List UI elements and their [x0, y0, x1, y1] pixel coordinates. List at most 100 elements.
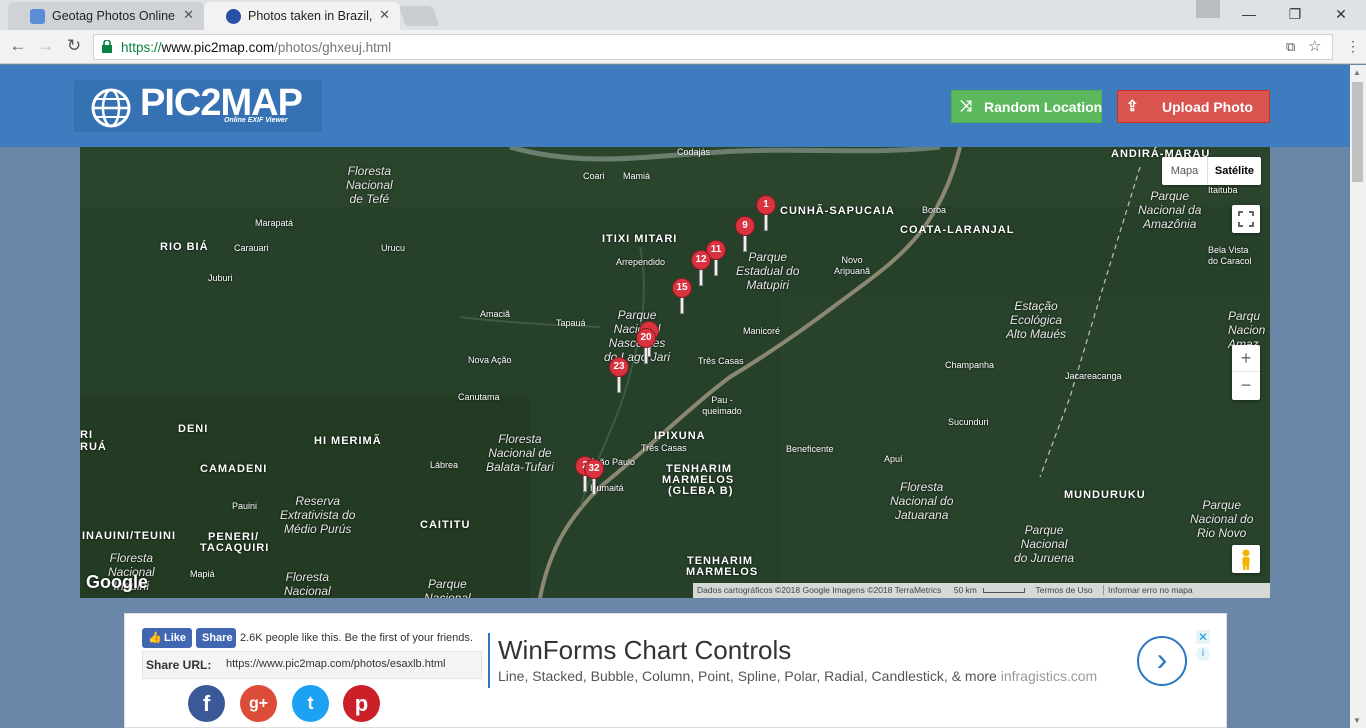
forward-icon[interactable]: → [34, 36, 58, 56]
map-area-cut-left: RI [80, 429, 93, 441]
scroll-down-icon[interactable]: ▼ [1353, 716, 1361, 725]
map-type-control: Mapa Satélite [1162, 157, 1261, 185]
ad-info-icon[interactable]: i [1196, 647, 1210, 661]
ad-subtitle-text: Line, Stacked, Bubble, Column, Point, Sp… [498, 668, 997, 684]
map-area-itixi-mitari: ITIXI MITARI [602, 233, 678, 245]
map-park-alto-maues: Estação Ecológica Alto Maués [1006, 299, 1067, 341]
ad-title[interactable]: WinForms Chart Controls [498, 635, 791, 666]
facebook-icon[interactable]: f [188, 685, 225, 722]
reload-icon[interactable]: ↻ [62, 36, 86, 56]
photo-marker-15[interactable]: 15 [672, 278, 692, 314]
back-icon[interactable]: ← [6, 36, 30, 56]
map-label-tres-casas-2: Três Casas [641, 443, 687, 453]
facebook-like-button[interactable]: 👍 Like [142, 628, 192, 648]
pegman-icon [1242, 549, 1250, 570]
zoom-control: + − [1232, 345, 1260, 400]
address-bar[interactable]: https://www.pic2map.com/photos/ghxeuj.ht… [93, 34, 1333, 60]
map-label-tres-casas: Três Casas [698, 356, 744, 366]
google-plus-icon[interactable]: g+ [240, 685, 277, 722]
geotag-favicon-icon [30, 9, 45, 24]
profile-icon[interactable] [1196, 0, 1220, 18]
upload-photo-label: Upload Photo [1162, 99, 1253, 115]
share-url-value[interactable]: https://www.pic2map.com/photos/esaxlb.ht… [226, 658, 445, 670]
map-label-mamia: Mamiá [623, 171, 651, 181]
photo-marker-1[interactable]: 1 [756, 195, 776, 231]
map-type-mapa[interactable]: Mapa [1162, 157, 1207, 185]
map-canvas[interactable]: Codajás Coari Mamiá Marapatá Carauari Ur… [80, 147, 1270, 598]
scale-bar [983, 588, 1026, 593]
map-label-tapaua: Tapauá [556, 318, 586, 328]
bookmark-star-icon[interactable]: ☆ [1308, 37, 1321, 55]
map-label-borba: Borba [922, 205, 947, 215]
street-view-pegman[interactable] [1232, 545, 1260, 573]
tab-photos-brazil[interactable]: Photos taken in Brazil, us ✕ [204, 2, 400, 30]
map-label-arrependido: Arrependido [616, 257, 666, 267]
facebook-share-button[interactable]: Share [196, 628, 236, 648]
map-label-urucu: Urucu [381, 243, 406, 253]
google-logo[interactable]: Google [86, 572, 148, 593]
map-label-sucunduri: Sucunduri [948, 417, 989, 427]
photo-marker-9[interactable]: 9 [735, 216, 755, 252]
map-label-codajas: Codajás [677, 147, 711, 157]
terms-link[interactable]: Termos de Uso [1035, 585, 1092, 595]
map-park-juruena: Parque Nacional do Juruena [1014, 523, 1075, 565]
random-location-label: Random Location [984, 99, 1103, 115]
translate-icon[interactable]: ⧉ [1286, 39, 1295, 55]
map-label-beneficente: Beneficente [786, 444, 834, 454]
map-area-caititu: CAITITU [420, 519, 471, 531]
random-location-button[interactable]: ⤨ Random Location [951, 90, 1102, 123]
upload-icon: ⇪ [1126, 98, 1139, 115]
globe-favicon-icon [226, 9, 241, 24]
photo-marker-12[interactable]: 12 [691, 250, 711, 286]
zoom-out-button[interactable]: − [1232, 372, 1260, 399]
ad-arrow-button[interactable]: › [1137, 636, 1187, 686]
upload-photo-button[interactable]: ⇪ Upload Photo [1117, 90, 1270, 123]
map-area-coata-laranjal: COATA-LARANJAL [900, 224, 1015, 236]
fullscreen-icon [1238, 211, 1254, 227]
tab-title: Photos taken in Brazil, us [248, 9, 390, 23]
map-area-deni: DENI [178, 423, 209, 435]
map-label-jacareacanga: Jacareacanga [1065, 371, 1122, 381]
report-error-link[interactable]: Informar erro no mapa [1103, 585, 1193, 595]
close-tab-icon[interactable]: ✕ [183, 7, 194, 23]
ad-divider [488, 633, 490, 688]
new-tab-button[interactable] [398, 6, 440, 26]
attribution-text: Dados cartográficos ©2018 Google Imagens… [697, 585, 942, 595]
shuffle-icon: ⤨ [960, 98, 973, 115]
scrollbar-thumb[interactable] [1352, 82, 1363, 182]
photo-marker-23[interactable]: 23 [609, 357, 629, 393]
map-label-coari: Coari [583, 171, 605, 181]
pinterest-icon[interactable]: p [343, 685, 380, 722]
map-scale: 50 km [953, 585, 977, 595]
map-park-tefe: Floresta Nacional de Tefé [346, 164, 393, 206]
scroll-up-icon[interactable]: ▲ [1353, 68, 1361, 77]
map-area-camadeni: CAMADENI [200, 463, 268, 475]
map-area-ipixuna: IPIXUNA [654, 430, 706, 442]
ad-subtitle[interactable]: Line, Stacked, Bubble, Column, Point, Sp… [498, 668, 1097, 684]
map-label-champanha: Champanha [945, 360, 995, 370]
pic2map-logo[interactable]: PIC2MAP Online EXIF Viewer [74, 80, 322, 132]
map-label-amacia: Amaciã [480, 309, 511, 319]
map-type-satelite[interactable]: Satélite [1207, 157, 1261, 185]
close-tab-icon[interactable]: ✕ [375, 7, 390, 23]
ad-close-icon[interactable]: ✕ [1196, 630, 1210, 644]
fullscreen-button[interactable] [1232, 205, 1260, 233]
map-label-bela-vista: Bela Vista do Caracol [1208, 245, 1252, 266]
zoom-in-button[interactable]: + [1232, 345, 1260, 372]
restore-icon[interactable]: ❐ [1272, 0, 1318, 28]
map-park-matupiri: Parque Estadual do Matupiri [736, 250, 800, 292]
share-url-box: Share URL: https://www.pic2map.com/photo… [142, 651, 482, 679]
twitter-icon[interactable]: t [292, 685, 329, 722]
menu-icon[interactable]: ⋮ [1346, 38, 1360, 55]
map-label-manicore: Manicoré [743, 326, 781, 336]
thumbs-up-icon: 👍 [148, 632, 162, 644]
map-park-amazonia: Parque Nacional da Amazônia [1138, 189, 1202, 231]
map-park-medio-purus: Reserva Extrativista do Médio Purús [280, 494, 356, 536]
share-url-label: Share URL: [146, 658, 212, 672]
close-window-icon[interactable]: ✕ [1318, 0, 1364, 28]
minimize-icon[interactable]: — [1226, 0, 1272, 28]
photo-marker-20[interactable]: 20 [636, 328, 656, 364]
map-area-inauini-teuini: INAUINI/TEUINI [82, 530, 177, 542]
photo-marker-32[interactable]: 32 [584, 459, 604, 495]
tab-geotag[interactable]: Geotag Photos Online ✕ [8, 2, 204, 30]
